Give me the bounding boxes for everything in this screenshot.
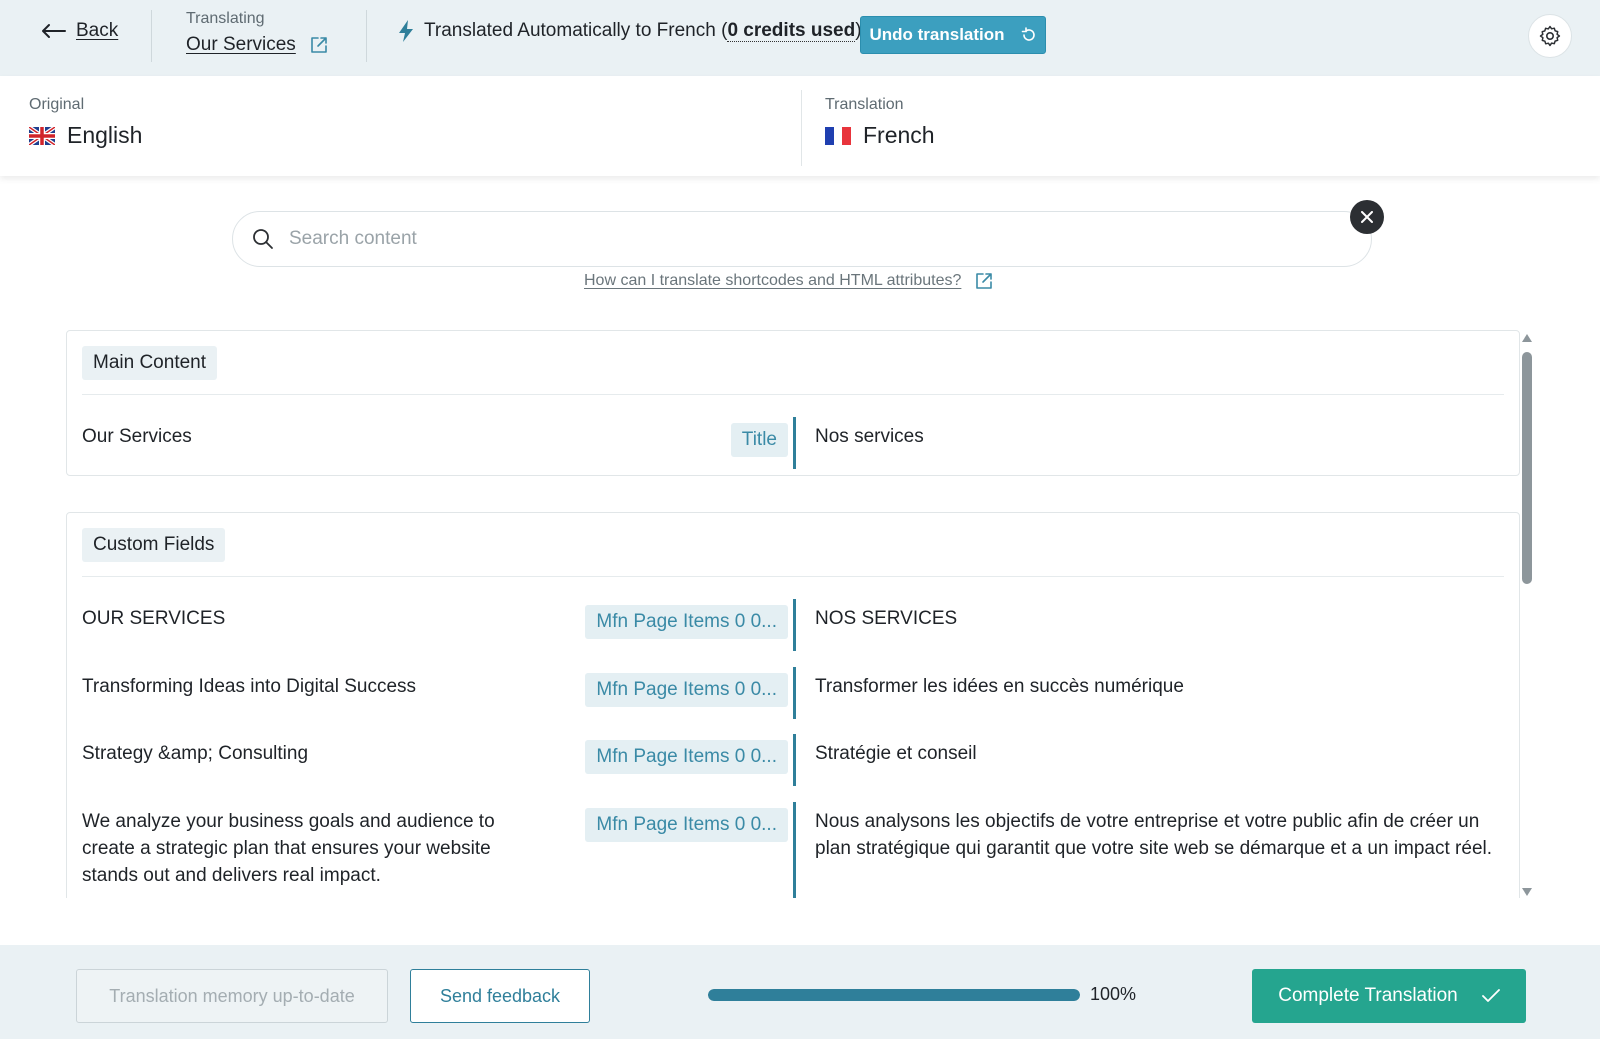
original-text: Strategy &amp; Consulting bbox=[82, 743, 309, 764]
undo-translation-button[interactable]: Undo translation bbox=[860, 16, 1046, 54]
translation-text[interactable]: Nos services bbox=[815, 423, 1495, 450]
arrow-left-icon bbox=[42, 24, 66, 38]
translation-language: Translation French bbox=[825, 96, 935, 149]
complete-translation-button[interactable]: Complete Translation bbox=[1252, 969, 1526, 1023]
complete-translation-label: Complete Translation bbox=[1278, 985, 1458, 1006]
clear-search-button[interactable] bbox=[1350, 200, 1384, 234]
row-accent-bar bbox=[793, 802, 796, 898]
original-text: Our Services bbox=[82, 426, 192, 447]
france-flag-icon bbox=[825, 126, 851, 145]
field-tag: Mfn Page Items 0 0... bbox=[585, 740, 788, 774]
original-label: Original bbox=[29, 96, 85, 113]
field-tag: Mfn Page Items 0 0... bbox=[585, 605, 788, 639]
lightning-icon bbox=[399, 20, 413, 42]
page-title-link[interactable]: Our Services bbox=[186, 34, 296, 56]
divider bbox=[82, 576, 1504, 577]
back-label: Back bbox=[76, 20, 119, 41]
search-placeholder: Search content bbox=[289, 228, 417, 249]
field-tag: Mfn Page Items 0 0... bbox=[585, 808, 788, 842]
translation-memory-button: Translation memory up-to-date bbox=[76, 969, 388, 1023]
progress-bar bbox=[708, 989, 1080, 1001]
gear-icon bbox=[1539, 25, 1561, 47]
row-accent-bar bbox=[793, 667, 796, 719]
progress-fill bbox=[708, 989, 1080, 1001]
send-feedback-button[interactable]: Send feedback bbox=[410, 969, 590, 1023]
translating-label: Translating bbox=[186, 10, 265, 27]
translation-list[interactable]: Main Content Our Services Title Nos serv… bbox=[66, 330, 1520, 898]
translation-text[interactable]: Nous analysons les objectifs de votre en… bbox=[815, 808, 1495, 862]
divider bbox=[151, 10, 152, 62]
original-language: Original English bbox=[29, 96, 142, 149]
translating-info: Translating Our Services bbox=[186, 10, 328, 56]
search-input[interactable]: Search content bbox=[232, 211, 1372, 267]
field-tag: Title bbox=[730, 423, 788, 457]
settings-button[interactable] bbox=[1528, 14, 1572, 58]
uk-flag-icon bbox=[29, 126, 55, 145]
translation-text[interactable]: NOS SERVICES bbox=[815, 605, 1495, 632]
translation-language-name: French bbox=[863, 122, 935, 148]
row-accent-bar bbox=[793, 417, 796, 469]
original-text: We analyze your business goals and audie… bbox=[82, 811, 495, 886]
divider bbox=[801, 90, 802, 166]
divider bbox=[82, 394, 1504, 395]
scroll-up-arrow[interactable] bbox=[1522, 334, 1532, 342]
close-icon bbox=[1361, 211, 1373, 223]
auto-translation-status: Translated Automatically to French (0 cr… bbox=[398, 20, 862, 42]
undo-translation-label: Undo translation bbox=[869, 25, 1005, 44]
row-accent-bar bbox=[793, 599, 796, 651]
external-link-icon bbox=[976, 273, 993, 289]
original-language-name: English bbox=[67, 122, 143, 148]
divider bbox=[366, 10, 367, 62]
scrollbar-thumb[interactable] bbox=[1522, 352, 1532, 584]
back-link[interactable]: Back bbox=[40, 20, 118, 42]
section-card: Custom Fields OUR SERVICES Mfn Page Item… bbox=[66, 512, 1520, 898]
check-icon bbox=[1481, 989, 1500, 1002]
original-text: OUR SERVICES bbox=[82, 608, 226, 629]
original-text: Transforming Ideas into Digital Success bbox=[82, 676, 417, 697]
translation-text[interactable]: Transformer les idées en succès numériqu… bbox=[815, 673, 1495, 700]
auto-text-prefix: Translated Automatically to French ( bbox=[424, 20, 728, 41]
top-bar: Back Translating Our Services Translated… bbox=[0, 0, 1600, 76]
translation-text[interactable]: Stratégie et conseil bbox=[815, 740, 1495, 767]
help-link-label: How can I translate shortcodes and HTML … bbox=[584, 272, 962, 289]
language-header: Original English Translation French bbox=[0, 76, 1600, 176]
field-tag: Mfn Page Items 0 0... bbox=[585, 673, 788, 707]
credits-used: 0 credits used bbox=[727, 20, 856, 42]
scroll-down-arrow[interactable] bbox=[1522, 888, 1532, 896]
progress-percent: 100% bbox=[1090, 984, 1137, 1004]
row-accent-bar bbox=[793, 734, 796, 786]
section-title: Custom Fields bbox=[82, 528, 226, 562]
footer-bar: Translation memory up-to-date Send feedb… bbox=[0, 945, 1600, 1039]
section-title: Main Content bbox=[82, 346, 218, 380]
external-link-icon[interactable] bbox=[310, 36, 328, 54]
section-card: Main Content Our Services Title Nos serv… bbox=[66, 330, 1520, 476]
translation-label: Translation bbox=[825, 96, 904, 113]
help-link[interactable]: How can I translate shortcodes and HTML … bbox=[584, 272, 993, 290]
search-icon bbox=[253, 229, 273, 249]
undo-icon bbox=[1021, 27, 1035, 41]
